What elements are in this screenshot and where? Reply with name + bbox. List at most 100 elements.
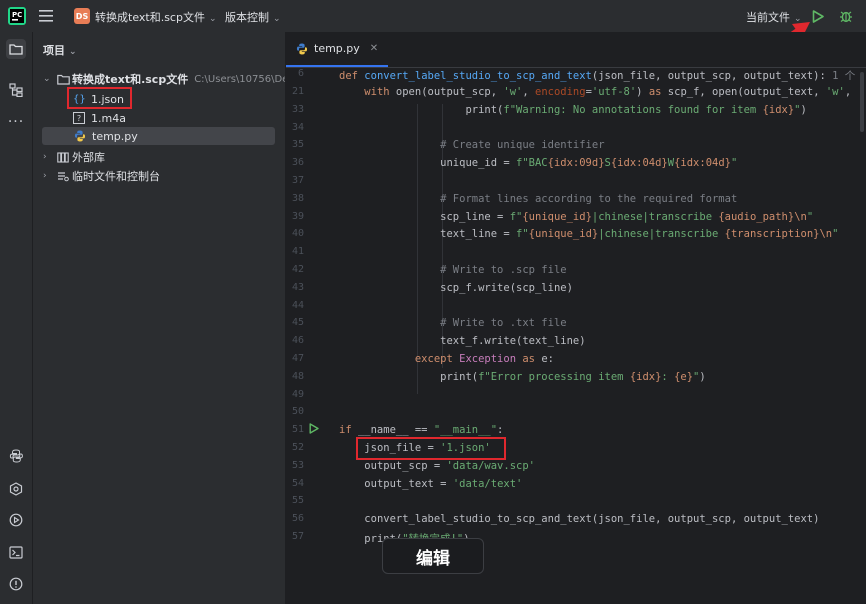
line-number: 6	[297, 68, 304, 79]
chevron-down-icon: ⌄	[69, 47, 77, 57]
tree-scratches[interactable]: › 临时文件和控制台	[43, 167, 160, 185]
folder-icon	[9, 44, 23, 55]
more-tools-button[interactable]: ···	[6, 112, 26, 132]
ide-window: PC DS 转换成text和.scp文件 ⌄ 版本控制 ⌄ 当前文件 ⌄ ···…	[0, 0, 866, 604]
line-number: 40	[291, 228, 304, 239]
unknown-file-icon: ?	[73, 112, 85, 124]
line-number: 34	[291, 122, 304, 133]
root-folder-name: 转换成text和.scp文件	[72, 73, 189, 86]
services-tool-button[interactable]	[6, 479, 26, 499]
python-packages-button[interactable]	[6, 446, 26, 466]
tab-label: temp.py	[314, 42, 360, 55]
project-panel-header[interactable]: 项目 ⌄	[43, 42, 77, 58]
line-number: 55	[291, 495, 304, 506]
code-line-21: with open(output_scp, 'w', encoding='utf…	[364, 86, 852, 98]
vcs-menu[interactable]: 版本控制 ⌄	[225, 9, 281, 25]
problems-tool-button[interactable]	[6, 574, 26, 594]
line-number: 43	[291, 282, 304, 293]
project-tool-button[interactable]	[6, 39, 26, 59]
vcs-label: 版本控制	[225, 11, 269, 24]
chevron-right-icon: ›	[43, 152, 47, 162]
line-number: 21	[291, 86, 304, 97]
code-line-36: unique_id = f"BAC{idx:09d}S{idx:04d}W{id…	[440, 157, 738, 169]
line-number: 48	[291, 371, 304, 382]
annotation-box-json-line	[356, 437, 506, 460]
chevron-down-icon: ⌄	[273, 14, 281, 24]
code-view[interactable]: def convert_label_studio_to_scp_and_text…	[339, 68, 866, 604]
run-circle-icon	[9, 513, 23, 527]
edit-tooltip: 编辑	[382, 538, 484, 574]
code-line-42: # Write to .scp file	[440, 264, 567, 276]
terminal-icon	[9, 545, 23, 559]
line-number: 52	[291, 442, 304, 453]
code-line-54: output_text = 'data/text'	[364, 478, 523, 490]
editor-tab-bar: temp.py ✕	[286, 32, 866, 68]
code-line-43: scp_f.write(scp_line)	[440, 282, 573, 294]
line-number: 35	[291, 139, 304, 150]
structure-icon	[9, 83, 23, 97]
terminal-tool-button[interactable]	[6, 542, 26, 562]
python-file-icon	[74, 130, 86, 142]
gutter-run-icon[interactable]	[309, 423, 319, 434]
tree-file-temp-py[interactable]: temp.py	[42, 127, 275, 145]
tree-file-m4a[interactable]: ? 1.m4a	[73, 109, 126, 127]
code-line-47: except Exception as e:	[414, 353, 554, 365]
line-number: 33	[291, 104, 304, 115]
run-tool-button[interactable]	[6, 510, 26, 530]
line-number: 36	[291, 157, 304, 168]
warning-circle-icon	[9, 577, 23, 591]
vertical-scrollbar[interactable]	[860, 72, 864, 132]
project-name: 转换成text和.scp文件	[95, 11, 205, 24]
line-number: 53	[291, 460, 304, 471]
svg-text:PC: PC	[12, 11, 22, 19]
tab-temp-py[interactable]: temp.py ✕	[286, 32, 389, 67]
line-number: 42	[291, 264, 304, 275]
project-panel-title: 项目	[43, 44, 65, 57]
code-line-48: print(f"Error processing item {idx}: {e}…	[440, 371, 706, 383]
code-line-38: # Format lines according to the required…	[440, 193, 738, 205]
tree-external-libraries[interactable]: › 外部库	[43, 148, 105, 166]
editor-area: temp.py ✕ 6 21 33 34 35 36 37 38 39 40 4…	[286, 32, 866, 604]
scratches-label: 临时文件和控制台	[72, 170, 160, 183]
line-number: 54	[291, 478, 304, 489]
file-name: 1.m4a	[91, 111, 126, 125]
line-number: 39	[291, 211, 304, 222]
code-line-39: scp_line = f"{unique_id}|chinese|transcr…	[440, 211, 814, 223]
title-bar: PC DS 转换成text和.scp文件 ⌄ 版本控制 ⌄ 当前文件 ⌄	[0, 0, 866, 62]
line-number: 49	[291, 389, 304, 400]
line-number: 37	[291, 175, 304, 186]
project-badge[interactable]: DS	[74, 8, 90, 24]
library-icon	[57, 151, 69, 163]
main-menu-icon[interactable]	[38, 8, 54, 24]
tree-root-folder[interactable]: ⌄ 转换成text和.scp文件 C:\Users\10756\Deskto	[43, 70, 309, 88]
external-libraries-label: 外部库	[72, 151, 105, 164]
close-icon[interactable]: ✕	[370, 43, 378, 54]
code-line-56: convert_label_studio_to_scp_and_text(jso…	[364, 513, 820, 525]
app-logo-icon: PC	[8, 7, 26, 25]
more-icon: ···	[7, 114, 25, 130]
folder-icon	[57, 74, 70, 85]
bug-icon	[840, 11, 852, 23]
code-line-33: print(f"Warning: No annotations found fo…	[465, 104, 807, 116]
chevron-down-icon: ⌄	[208, 14, 217, 24]
chevron-down-icon: ⌄	[43, 74, 51, 84]
structure-tool-button[interactable]	[6, 80, 26, 100]
python-icon	[9, 449, 23, 463]
chevron-right-icon: ›	[43, 171, 47, 181]
line-number: 47	[291, 353, 304, 364]
python-file-icon	[296, 43, 308, 54]
line-number: 46	[291, 335, 304, 346]
line-number: 41	[291, 246, 304, 257]
code-line-46: text_f.write(text_line)	[440, 335, 586, 347]
annotation-box-json-file	[67, 87, 132, 109]
code-line-53: output_scp = 'data/wav.scp'	[364, 460, 535, 472]
file-name: temp.py	[92, 129, 138, 143]
tool-window-bar: ···	[0, 32, 33, 604]
debug-button[interactable]	[838, 8, 854, 24]
project-switcher[interactable]: 转换成text和.scp文件 ⌄	[95, 9, 217, 25]
line-number: 50	[291, 406, 304, 417]
line-number: 57	[291, 531, 304, 542]
services-icon	[9, 482, 23, 496]
line-number: 38	[291, 193, 304, 204]
line-number-gutter: 6 21 33 34 35 36 37 38 39 40 41 42 43 44…	[286, 68, 338, 604]
